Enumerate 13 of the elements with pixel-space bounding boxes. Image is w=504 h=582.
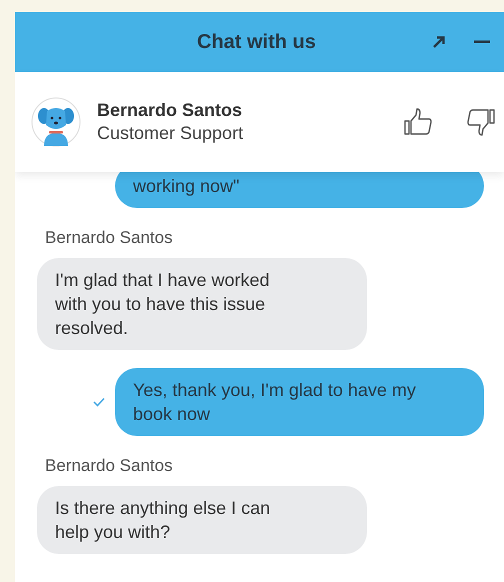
agent-role: Customer Support — [97, 123, 244, 144]
sender-name: Bernardo Santos — [45, 456, 174, 476]
expand-icon[interactable] — [431, 34, 447, 50]
agent-name: Bernardo Santos — [97, 100, 244, 121]
received-message: I'm glad that I have worked with you to have this issue resolved. — [37, 258, 367, 350]
received-message: Is there anything else I can help you with? — [37, 486, 367, 554]
chat-title: Chat with us — [197, 30, 317, 54]
thumbs-down-icon[interactable] — [466, 107, 496, 137]
sent-message: Yes, thank you, I'm glad to have my book now — [115, 368, 484, 436]
minimize-icon[interactable] — [474, 40, 490, 44]
sender-name: Bernardo Santos — [45, 228, 174, 248]
thumbs-up-icon[interactable] — [403, 107, 433, 137]
avatar — [31, 97, 81, 147]
